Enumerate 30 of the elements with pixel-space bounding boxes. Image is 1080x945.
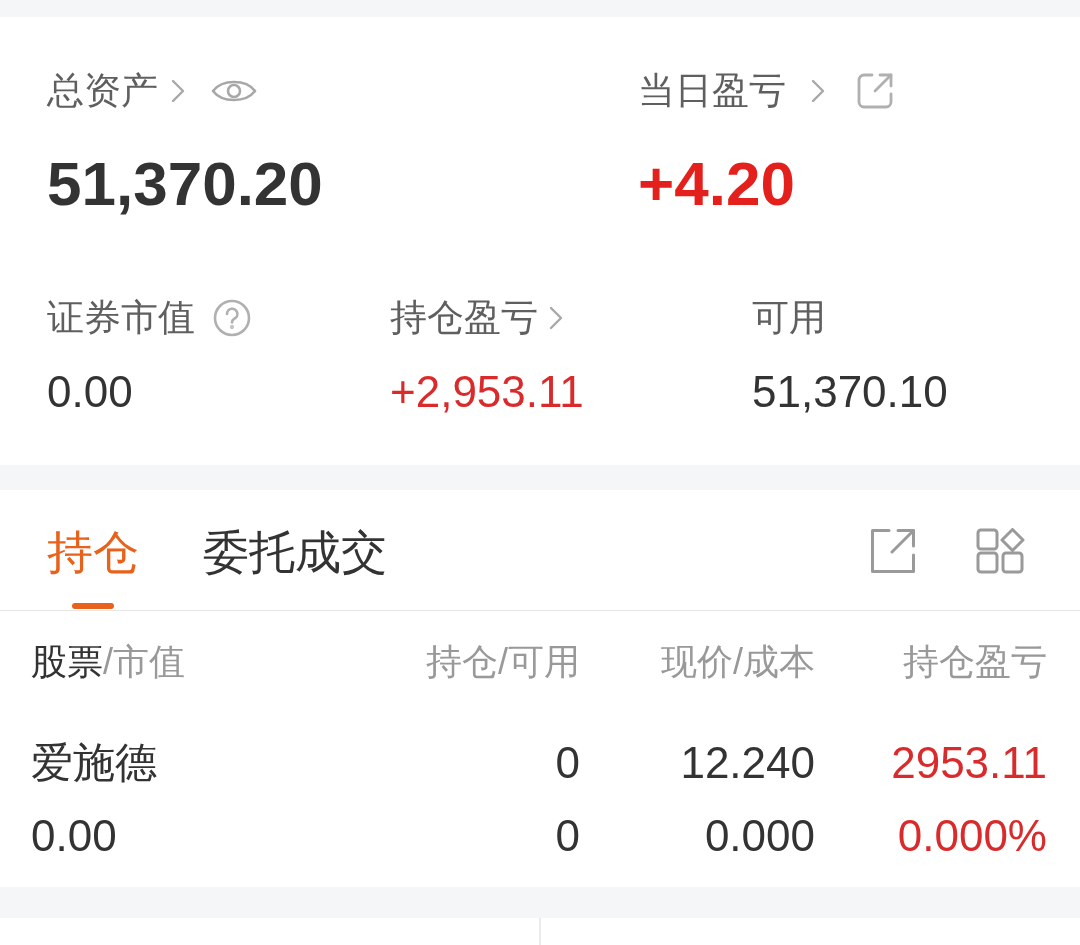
layout-button[interactable] (976, 528, 1026, 574)
table-cell: 0 (555, 811, 580, 861)
column-header[interactable]: 股票/市值 (31, 640, 185, 683)
table-cell: 0.000% (897, 811, 1047, 861)
table-cell: 0.00 (31, 811, 117, 861)
grid-icon (976, 528, 1026, 574)
summary-label[interactable]: 总资产 (47, 68, 158, 114)
chevron-icon (811, 79, 825, 103)
table-cell: 0.000 (704, 811, 815, 861)
summary-value: +2,953.11 (390, 366, 584, 418)
table-cell: 12.240 (680, 738, 815, 788)
share-icon[interactable] (856, 72, 894, 110)
summary-label[interactable]: 证券市值 (47, 295, 195, 341)
summary-label[interactable]: 可用 (752, 295, 826, 341)
chevron-icon (171, 79, 185, 103)
tab[interactable]: 持仓 (47, 525, 139, 610)
table-cell: 0 (555, 738, 580, 788)
table-cell: 2953.11 (891, 738, 1047, 788)
stock-name[interactable]: 爱施德 (31, 738, 157, 788)
share-button[interactable] (870, 528, 916, 574)
summary-label[interactable]: 持仓盈亏 (390, 295, 538, 341)
chevron-icon (549, 306, 563, 330)
help-icon[interactable] (213, 299, 251, 337)
tab[interactable]: 委托成交 (203, 525, 387, 610)
share-icon (870, 528, 916, 574)
summary-label[interactable]: 当日盈亏 (638, 68, 786, 114)
summary-value: +4.20 (638, 148, 795, 220)
summary-value: 0.00 (47, 366, 133, 418)
summary-value: 51,370.10 (752, 366, 948, 418)
summary-value: 51,370.20 (47, 148, 323, 220)
